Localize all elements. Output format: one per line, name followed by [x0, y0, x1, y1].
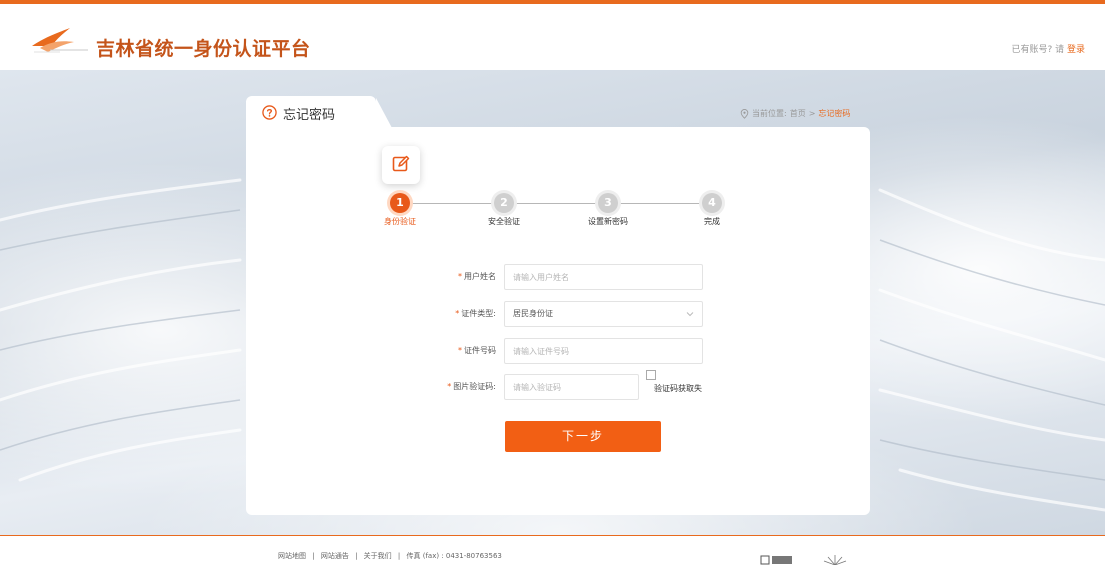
username-label: * 用户姓名 [458, 271, 496, 282]
id-type-select[interactable]: 居民身份证 [504, 301, 703, 327]
step-connector [618, 203, 702, 204]
footer-separator: | [355, 552, 358, 560]
step-1-label: 身份验证 [384, 217, 416, 226]
required-mark: * [458, 272, 462, 281]
username-label-text: 用户姓名 [464, 272, 496, 281]
required-mark: * [455, 309, 460, 318]
step-3-label: 设置新密码 [588, 217, 628, 226]
username-row: * 用户姓名 [246, 264, 870, 290]
forgot-password-tab: 忘记密码 [246, 96, 392, 128]
breadcrumb-current: 忘记密码 [818, 109, 851, 118]
captcha-row: *图片验证码: 验证码获取失 [246, 370, 870, 400]
question-circle-icon [262, 105, 277, 120]
id-number-input[interactable] [504, 338, 703, 364]
footer-separator: | [312, 552, 315, 560]
id-number-label-text: 证件号码 [464, 346, 496, 355]
id-type-label-text: 证件类型: [461, 309, 496, 318]
page-title: 忘记密码 [283, 108, 336, 123]
id-number-label: * 证件号码 [458, 345, 496, 356]
footer-separator: | [397, 552, 401, 560]
government-badge-icon[interactable] [760, 554, 794, 565]
captcha-image[interactable] [646, 370, 656, 380]
step-2-label: 安全验证 [488, 217, 520, 226]
footer-fax: 传真 (fax) : 0431-80763563 [406, 552, 502, 560]
step-connector [410, 203, 494, 204]
site-title: 吉林省统一身份认证平台 [96, 38, 311, 60]
step-2-circle: 2 [494, 193, 514, 213]
step-indicator: 1 2 3 4 身份验证 安全验证 设置新密码 完成 [246, 127, 870, 237]
step-4-label: 完成 [704, 217, 720, 226]
breadcrumb: 当前位置: 首页 > 忘记密码 [740, 108, 850, 119]
next-step-button[interactable]: 下一步 [505, 421, 661, 452]
footer-link-sitemap[interactable]: 网站地图 [278, 552, 306, 560]
required-mark: * [458, 346, 462, 355]
location-pin-icon [740, 108, 749, 119]
username-input[interactable] [504, 264, 703, 290]
emblem-icon[interactable] [822, 553, 848, 565]
required-mark: * [447, 382, 452, 391]
id-type-row: * 证件类型: 居民身份证 [246, 301, 870, 327]
footer-link-about[interactable]: 关于我们 [364, 552, 392, 560]
breadcrumb-prefix: 当前位置: [752, 109, 787, 118]
footer: 网站地图 | 网站通告 | 关于我们 | 传真 (fax) : 0431-807… [0, 535, 1105, 565]
id-number-row: * 证件号码 [246, 338, 870, 364]
account-area: 已有账号? 请 登录 [1011, 42, 1085, 55]
step-3-circle: 3 [598, 193, 618, 213]
id-type-label: * 证件类型: [455, 308, 496, 319]
breadcrumb-home[interactable]: 首页 [790, 108, 806, 119]
chevron-down-icon [686, 312, 694, 317]
captcha-fail-text[interactable]: 验证码获取失 [654, 383, 702, 394]
step-connector [514, 203, 598, 204]
top-header: 吉林省统一身份认证平台 已有账号? 请 登录 [0, 0, 1105, 70]
captcha-label: * 图片验证码: [447, 381, 496, 392]
step-1-circle: 1 [390, 193, 410, 213]
please-text: 请 [1055, 45, 1065, 55]
footer-links: 网站地图 | 网站通告 | 关于我们 | 传真 (fax) : 0431-807… [278, 551, 506, 561]
step-4-circle: 4 [702, 193, 722, 213]
captcha-input[interactable] [504, 374, 639, 400]
crane-logo-icon[interactable] [30, 24, 90, 56]
id-type-value: 居民身份证 [513, 309, 553, 318]
breadcrumb-separator: > [808, 109, 816, 118]
has-account-text: 已有账号? [1011, 45, 1053, 55]
login-link[interactable]: 登录 [1067, 45, 1085, 55]
footer-link-notice[interactable]: 网站通告 [321, 552, 349, 560]
captcha-label-text: 图片验证码: [453, 382, 496, 391]
form-card: 1 2 3 4 身份验证 安全验证 设置新密码 完成 *用户姓名 *证件类型: … [246, 127, 870, 515]
